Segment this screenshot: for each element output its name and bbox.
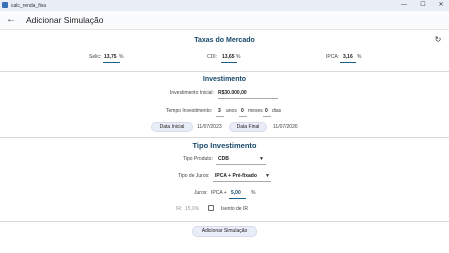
- app-icon: [2, 2, 8, 8]
- initial-investment-value[interactable]: R$30.000,00: [218, 90, 247, 96]
- investment-type-title: Tipo Investimento: [192, 141, 257, 150]
- selic-label: Selic:: [89, 54, 102, 60]
- divider-investment: [0, 137, 449, 138]
- maximize-button[interactable]: ☐: [416, 1, 430, 10]
- refresh-icon[interactable]: ↻: [434, 36, 442, 44]
- initial-investment-label: Investimento Inicial:: [170, 90, 214, 96]
- product-type-value[interactable]: CDB: [218, 156, 229, 162]
- close-button[interactable]: ✕: [434, 1, 448, 10]
- interest-type-underline: [213, 181, 271, 182]
- ipca-underline: [340, 62, 356, 63]
- window-titlebar: calc_renda_fixa — ☐ ✕: [0, 0, 449, 11]
- start-date-button[interactable]: Data Inicial: [151, 122, 193, 132]
- market-rates-title: Taxas do Mercado: [194, 37, 255, 44]
- cdi-unit: %: [236, 54, 241, 60]
- days-value[interactable]: 0: [265, 108, 268, 114]
- divider-type: [0, 221, 449, 222]
- cdi-label: CDI:: [207, 54, 217, 60]
- end-date-button[interactable]: Data Final: [229, 122, 267, 132]
- investment-time-label: Tempo Investimento:: [166, 108, 213, 114]
- days-label: dias: [272, 108, 282, 114]
- investment-title: Investimento: [202, 76, 247, 83]
- interest-unit: %: [251, 190, 256, 196]
- app-bar: ← Adicionar Simulação: [0, 11, 449, 30]
- product-type-label: Tipo Produto:: [183, 156, 213, 162]
- back-arrow-icon[interactable]: ←: [6, 14, 16, 26]
- ir-value: 15,0%: [185, 206, 200, 212]
- initial-investment-underline: [218, 98, 278, 99]
- interest-type-value[interactable]: IPCA + Pré-fixado: [215, 173, 257, 179]
- interest-underline: [229, 198, 246, 199]
- interest-prefix: IPCA +: [211, 190, 227, 196]
- minimize-button[interactable]: —: [397, 1, 411, 10]
- interest-type-label: Tipo de Juros:: [178, 173, 210, 179]
- end-date-value: 11/07/2026: [273, 124, 298, 130]
- interest-label: Juros:: [194, 190, 208, 196]
- product-type-underline: [216, 164, 266, 165]
- days-underline: [263, 116, 271, 117]
- tax-exempt-checkbox[interactable]: [208, 205, 214, 211]
- years-value[interactable]: 3: [218, 108, 221, 114]
- ir-label: IR:: [176, 206, 183, 212]
- ipca-label: IPCA:: [326, 54, 340, 60]
- years-underline: [216, 116, 224, 117]
- selic-value[interactable]: 13,75: [104, 54, 117, 60]
- interest-type-dropdown-icon[interactable]: ▼: [265, 173, 270, 179]
- window-title: calc_renda_fixa: [11, 2, 47, 9]
- divider-rates: [0, 71, 449, 72]
- cdi-value[interactable]: 13,65: [222, 54, 235, 60]
- months-label: meses: [248, 108, 263, 114]
- start-date-value: 11/07/2023: [197, 124, 222, 130]
- years-label: anos: [226, 108, 237, 114]
- selic-unit: %: [119, 54, 124, 60]
- months-underline: [239, 116, 247, 117]
- selic-underline: [103, 62, 120, 63]
- ipca-unit: %: [357, 54, 362, 60]
- page-title: Adicionar Simulação: [26, 15, 104, 25]
- tax-exempt-label: Isento de IR: [221, 206, 248, 212]
- interest-value[interactable]: 5,00: [231, 190, 241, 196]
- add-simulation-button[interactable]: Adicionar Simulação: [192, 226, 257, 237]
- product-type-dropdown-icon[interactable]: ▼: [259, 156, 264, 162]
- ipca-value[interactable]: 3,16: [343, 54, 353, 60]
- months-value[interactable]: 0: [241, 108, 244, 114]
- cdi-underline: [221, 62, 237, 63]
